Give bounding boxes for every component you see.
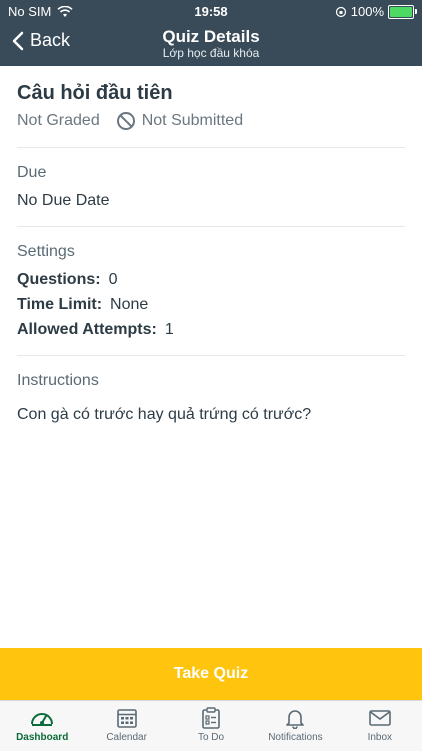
questions-value: 0 <box>108 271 118 288</box>
tab-bar: Dashboard Calendar To Do Notifications I… <box>0 700 422 751</box>
nav-title-block: Quiz Details Lớp học đầu khóa <box>0 28 422 61</box>
questions-label: Questions: <box>17 271 101 288</box>
quiz-details-content: Câu hỏi đầu tiên Not Graded Not Submitte… <box>17 66 405 424</box>
grade-status: Not Graded <box>17 112 100 129</box>
due-label: Due <box>17 164 47 181</box>
divider <box>17 226 405 227</box>
questions-row: Questions: 0 <box>17 271 405 289</box>
instructions-label: Instructions <box>17 372 99 389</box>
submission-status: Not Submitted <box>116 111 243 131</box>
tab-calendar[interactable]: Calendar <box>84 701 168 751</box>
time-limit-value: None <box>110 296 149 313</box>
battery-icon <box>388 4 417 19</box>
settings-section: Settings Questions: 0 Time Limit: None A… <box>17 243 405 339</box>
bell-icon <box>284 707 306 729</box>
page-subtitle: Lớp học đầu khóa <box>162 46 260 60</box>
page-title: Quiz Details <box>162 27 260 46</box>
submission-status-label: Not Submitted <box>141 112 244 129</box>
tab-todo[interactable]: To Do <box>169 701 253 751</box>
status-right: 100% <box>335 4 417 19</box>
instructions-text: Con gà có trước hay quả trứng có trước? <box>17 406 312 423</box>
tab-dashboard[interactable]: Dashboard <box>0 701 84 751</box>
divider <box>17 355 405 356</box>
status-bar: No SIM 19:58 100% <box>0 0 422 22</box>
tab-inbox[interactable]: Inbox <box>338 701 422 751</box>
instructions-section: Instructions Con gà có trước hay quả trứ… <box>17 372 405 424</box>
take-quiz-button[interactable]: Take Quiz <box>0 648 422 700</box>
dashboard-icon <box>29 707 55 729</box>
tab-label: To Do <box>197 732 225 743</box>
tab-notifications[interactable]: Notifications <box>253 701 337 751</box>
due-section: Due No Due Date <box>17 164 405 210</box>
calendar-icon <box>116 707 138 729</box>
attempts-label: Allowed Attempts: <box>17 321 157 338</box>
battery-percent: 100% <box>350 4 384 19</box>
tab-label: Calendar <box>106 732 147 743</box>
due-value: No Due Date <box>17 192 110 209</box>
tab-label: Dashboard <box>16 732 69 743</box>
prohibited-icon <box>116 111 136 131</box>
divider <box>17 147 405 148</box>
settings-label: Settings <box>17 243 75 260</box>
navigation-header: No SIM 19:58 100% Back Quiz Details Lớp … <box>0 0 422 66</box>
time-limit-row: Time Limit: None <box>17 296 405 314</box>
inbox-icon <box>368 707 392 729</box>
quiz-status-row: Not Graded Not Submitted <box>17 111 405 131</box>
quiz-title: Câu hỏi đầu tiên <box>17 82 173 104</box>
attempts-value: 1 <box>164 321 174 338</box>
orientation-lock-icon <box>335 6 347 18</box>
tab-label: Notifications <box>268 732 323 743</box>
todo-icon <box>200 707 222 729</box>
quiz-header-section: Câu hỏi đầu tiên Not Graded Not Submitte… <box>17 82 405 131</box>
time-limit-label: Time Limit: <box>17 296 103 313</box>
attempts-row: Allowed Attempts: 1 <box>17 321 405 339</box>
tab-label: Inbox <box>367 732 393 743</box>
